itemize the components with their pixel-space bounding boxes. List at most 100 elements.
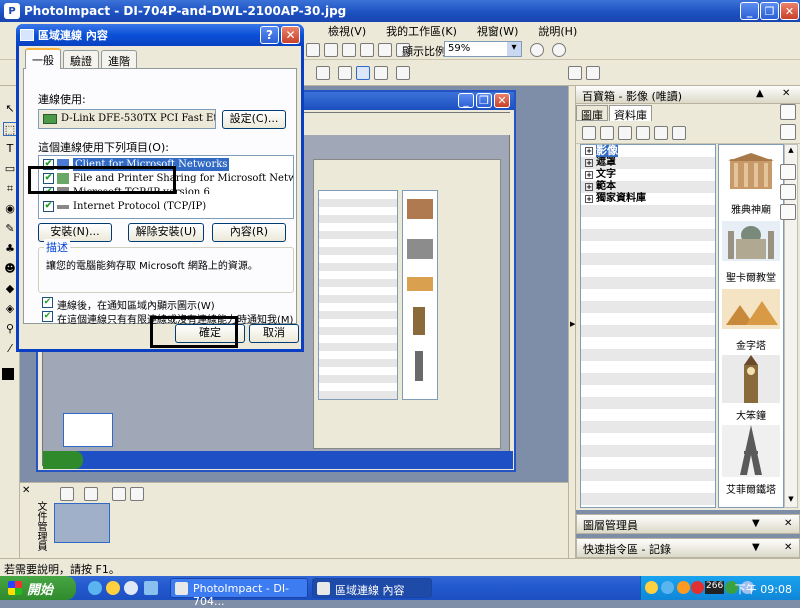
panel-splitter[interactable]: ▶	[568, 86, 576, 558]
side-layer-icon[interactable]	[780, 124, 796, 140]
tree-item-images[interactable]: + 影像	[581, 145, 715, 157]
transform-icon[interactable]	[356, 66, 370, 80]
eye-tool-icon[interactable]: ◉	[3, 202, 17, 216]
properties-button[interactable]: 內容(R)	[212, 223, 286, 242]
select-tool-icon[interactable]	[338, 66, 352, 80]
start-button[interactable]: 開始	[0, 576, 76, 600]
stamp-tool-icon[interactable]: ♣	[3, 242, 17, 256]
eyedropper-tool-icon[interactable]: ⁄	[3, 342, 17, 356]
menu-window[interactable]: 視窗(W)	[467, 23, 528, 39]
panel-close-icon[interactable]: ✕	[782, 88, 790, 99]
eraser-tool-icon[interactable]: ◆	[3, 282, 17, 296]
quick-panel-expand-icon[interactable]: ▼	[752, 542, 760, 553]
export-icon[interactable]	[360, 43, 374, 57]
import-icon[interactable]	[618, 126, 632, 140]
zoom-dropdown[interactable]: 59%	[444, 41, 522, 57]
arrange-icon[interactable]	[112, 487, 126, 501]
side-library-icon[interactable]	[780, 204, 796, 220]
side-history-icon[interactable]	[780, 184, 796, 200]
tree-item-templates[interactable]: + 範本	[581, 181, 715, 193]
rotate-icon[interactable]	[374, 66, 388, 80]
view-mode-icon[interactable]	[84, 487, 98, 501]
close-icon[interactable]: ✕	[780, 2, 799, 20]
tray-counter[interactable]: 266	[705, 581, 725, 594]
grid-icon[interactable]	[636, 126, 650, 140]
task-photoimpact[interactable]: PhotoImpact - DI-704...	[170, 578, 308, 608]
list-item-tcpip[interactable]: ✔ Internet Protocol (TCP/IP)	[43, 200, 289, 213]
open-document-thumbnail[interactable]	[54, 503, 110, 543]
search-icon[interactable]	[654, 126, 668, 140]
thumb-parthenon[interactable]	[722, 153, 780, 201]
layer-panel-expand-icon[interactable]: ▼	[752, 518, 760, 529]
doc-minimize-icon[interactable]: _	[458, 93, 474, 108]
paint-tool-icon[interactable]: ✎	[3, 222, 17, 236]
dialog-close-icon[interactable]: ✕	[281, 26, 300, 44]
zoom-tool-icon[interactable]: ⚲	[3, 322, 17, 336]
tray-arrow-icon[interactable]	[645, 581, 658, 594]
retouch-tool-icon[interactable]: ☻	[3, 262, 17, 276]
thumb-karlskirche[interactable]	[722, 221, 780, 269]
doc-panel-close-icon[interactable]: ✕	[22, 485, 30, 496]
tree-item-text[interactable]: + 文字	[581, 169, 715, 181]
uninstall-button[interactable]: 解除安裝(U)	[128, 223, 204, 242]
menu-view[interactable]: 檢視(V)	[318, 23, 376, 39]
show-icon-checkbox[interactable]: ✔	[42, 297, 53, 308]
quicklaunch-ie-icon[interactable]	[88, 581, 102, 595]
notify-checkbox[interactable]: ✔	[42, 311, 53, 322]
task-lan-properties[interactable]: 區域連線 內容	[312, 578, 432, 598]
configure-button[interactable]: 設定(C)...	[222, 110, 286, 129]
panel-collapse-icon[interactable]: ▲	[756, 88, 764, 99]
cancel-button[interactable]: 取消	[249, 324, 299, 343]
tab-authentication[interactable]: 驗證	[63, 50, 99, 68]
delete-icon[interactable]	[672, 126, 686, 140]
tab-gallery[interactable]: 圖庫	[576, 105, 608, 122]
crop-icon[interactable]	[396, 66, 410, 80]
quicklaunch-desktop-icon[interactable]	[124, 581, 138, 595]
side-palette-icon[interactable]	[780, 164, 796, 180]
tab-library[interactable]: 資料庫	[609, 105, 652, 122]
side-toggle-icon[interactable]	[780, 104, 796, 120]
pointer-tool-icon[interactable]: ↖	[3, 102, 17, 116]
layer-panel-close-icon[interactable]: ✕	[784, 518, 792, 529]
tree-item-exclusive-library[interactable]: + 獨家資料庫	[581, 193, 715, 205]
dropdown-arrow-icon[interactable]	[316, 66, 330, 80]
play-icon[interactable]	[60, 487, 74, 501]
home-icon[interactable]	[568, 66, 582, 80]
tray-network-icon[interactable]	[661, 581, 674, 594]
tray-antivirus-icon[interactable]	[691, 581, 704, 594]
minimize-icon[interactable]: _	[740, 2, 759, 20]
library-icon[interactable]	[582, 126, 596, 140]
pick-tool-icon[interactable]: ⬚	[3, 122, 17, 136]
thumb-pyramid[interactable]	[722, 289, 780, 337]
frame-icon[interactable]	[342, 43, 356, 57]
check-icon[interactable]	[586, 66, 600, 80]
sort-icon[interactable]	[130, 487, 144, 501]
quick-panel-close-icon[interactable]: ✕	[784, 542, 792, 553]
doc-close-icon[interactable]: ✕	[494, 93, 510, 108]
tree-item-masks[interactable]: + 遮罩	[581, 157, 715, 169]
brush-icon[interactable]	[324, 43, 338, 57]
globe-icon[interactable]	[530, 43, 544, 57]
quicklaunch-media-icon[interactable]	[106, 581, 120, 595]
quick-command-panel[interactable]: 快速指令區 - 記錄	[576, 538, 800, 558]
stop-icon[interactable]	[552, 43, 566, 57]
item-checkbox[interactable]: ✔	[43, 201, 54, 212]
restore-icon[interactable]: ❐	[760, 2, 779, 20]
new-icon[interactable]	[600, 126, 614, 140]
help-icon[interactable]: ?	[260, 26, 279, 44]
fill-tool-icon[interactable]: ◈	[3, 302, 17, 316]
text-tool-icon[interactable]: T	[3, 142, 17, 156]
magic-wand-icon[interactable]	[306, 43, 320, 57]
thumb-eiffel-tower[interactable]	[722, 425, 780, 477]
thumb-big-ben[interactable]	[722, 355, 780, 403]
layer-manager-panel[interactable]: 圖層管理員	[576, 514, 800, 534]
menu-workspace[interactable]: 我的工作區(K)	[376, 23, 467, 39]
quicklaunch-app-icon[interactable]	[144, 581, 158, 595]
doc-restore-icon[interactable]: ❐	[476, 93, 492, 108]
shape-tool-icon[interactable]: ▭	[3, 162, 17, 176]
foreground-color-swatch[interactable]	[2, 368, 14, 380]
print-icon[interactable]	[378, 43, 392, 57]
tray-help-icon[interactable]	[677, 581, 690, 594]
menu-help[interactable]: 說明(H)	[528, 23, 587, 39]
tab-general[interactable]: 一般	[25, 48, 61, 69]
